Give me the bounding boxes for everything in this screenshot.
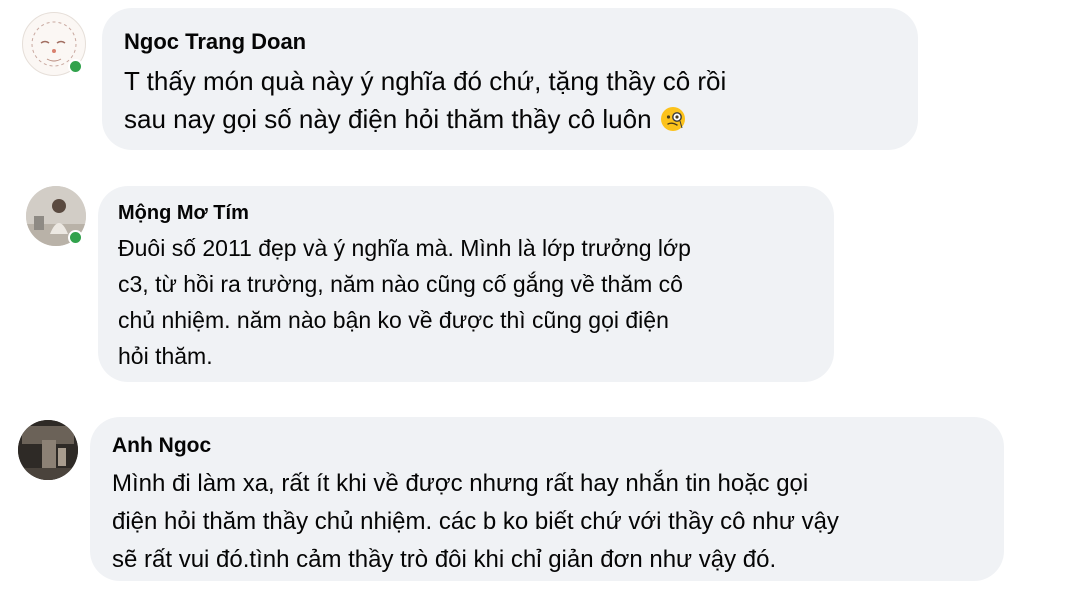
comment-text: Mình đi làm xa, rất ít khi về được nhưng… (112, 465, 982, 579)
comment-text-line: sẽ rất vui đó.tình cảm thầy trò đôi khi … (112, 546, 777, 573)
comment-bubble: Anh Ngoc Mình đi làm xa, rất ít khi về đ… (90, 417, 1004, 581)
comment-text-line: Mình đi làm xa, rất ít khi về được nhưng… (112, 470, 809, 497)
comment-text-line: điện hỏi thăm thầy chủ nhiệm. các b ko b… (112, 508, 839, 535)
avatar[interactable] (18, 420, 78, 480)
comment-author[interactable]: Anh Ngoc (112, 433, 982, 459)
avatar-photo-icon (18, 420, 78, 480)
comment-3: Anh Ngoc Mình đi làm xa, rất ít khi về đ… (0, 0, 1080, 600)
